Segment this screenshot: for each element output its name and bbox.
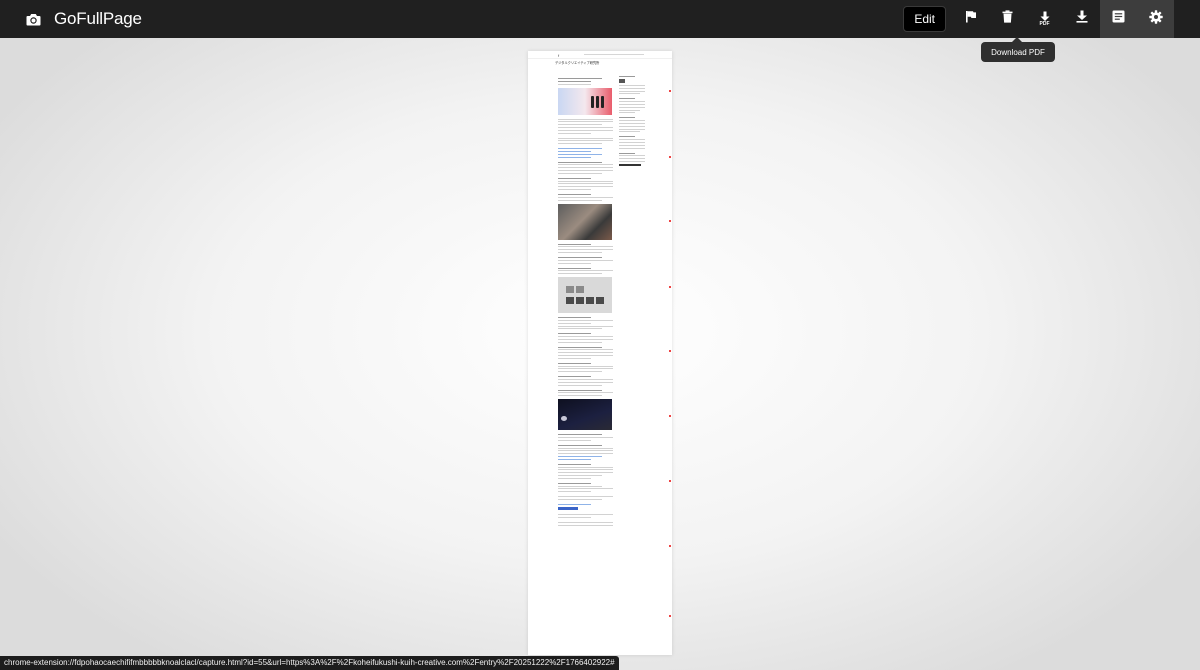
preview-article [558,66,613,527]
app-title: GoFullPage [54,9,142,28]
pdf-badge: PDF [1039,21,1050,27]
top-toolbar: GoFullPage Edit PDF [0,0,1200,38]
preview-logo-icon: f [558,53,560,58]
preview-image [558,277,612,314]
brand: GoFullPage [26,0,142,38]
preview-header: f [528,51,672,59]
flag-button[interactable] [952,0,989,38]
preview-image [558,203,612,240]
flag-icon [965,10,977,28]
download-icon [1076,10,1088,28]
delete-button[interactable] [989,0,1026,38]
camera-icon [26,13,41,26]
toolbar-actions: Edit PDF [903,0,1174,38]
preview-edge-markers [669,90,671,630]
preview-page-title: デジタルクリエイティブ研究所 [555,61,600,65]
preview-sidebar [619,76,645,168]
download-pdf-button[interactable]: PDF [1026,0,1063,38]
document-icon [1112,10,1125,28]
status-bar-url: chrome-extension://fdpohaocaechififmbbbb… [0,656,619,670]
edit-button[interactable]: Edit [903,6,946,32]
document-view-button[interactable] [1100,0,1137,38]
gear-icon [1148,9,1163,29]
preview-nav [584,54,644,55]
preview-image [558,399,612,431]
screenshot-preview[interactable]: f デジタルクリエイティブ研究所 [528,51,672,655]
tooltip: Download PDF [981,37,1055,62]
settings-button[interactable] [1137,0,1174,38]
preview-image [558,87,612,115]
download-button[interactable] [1063,0,1100,38]
trash-icon [1002,10,1013,28]
